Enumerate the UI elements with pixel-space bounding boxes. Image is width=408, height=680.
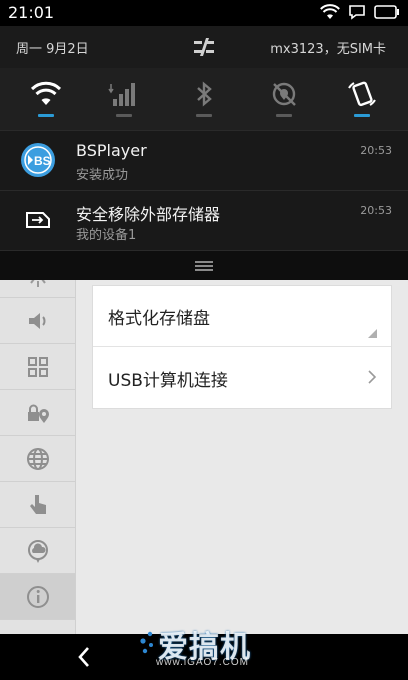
- info-icon: [26, 585, 49, 608]
- mobile-data-indicator: [116, 114, 132, 117]
- notification-item[interactable]: 安全移除外部存储器 我的设备1 20:53: [0, 190, 408, 250]
- notification-time: 20:53: [360, 204, 392, 217]
- chat-icon: [349, 5, 365, 20]
- rotate-icon: [348, 81, 376, 107]
- sidebar-item-sound[interactable]: [0, 298, 75, 344]
- drag-handle-icon: [195, 260, 213, 271]
- watermark-dots-icon: [140, 631, 153, 654]
- notification-time: 20:53: [360, 144, 392, 157]
- lock-location-icon: [27, 404, 49, 423]
- shade-header: 周一 9月2日 mx3123，无SIM卡: [0, 26, 408, 68]
- bsplayer-icon: BS: [21, 143, 55, 177]
- settings-toggle-icon[interactable]: [192, 37, 216, 57]
- battery-icon: [374, 5, 399, 19]
- shade-drag-handle[interactable]: [0, 250, 408, 280]
- signal-icon: [108, 83, 135, 106]
- sidebar-item-gestures[interactable]: [0, 482, 75, 528]
- status-bar: 21:01: [0, 0, 408, 26]
- wifi-indicator: [38, 114, 54, 117]
- sidebar-item-cloud[interactable]: [0, 528, 75, 574]
- watermark-url: www.iGAO7.COM: [156, 657, 250, 668]
- sound-icon: [28, 312, 45, 329]
- chevron-right-icon: [368, 370, 377, 384]
- bluetooth-icon: [197, 81, 212, 107]
- globe-icon: [26, 447, 49, 470]
- notification-subtitle: 我的设备1: [76, 228, 137, 243]
- settings-sidebar: [0, 250, 76, 634]
- bluetooth-indicator: [196, 114, 212, 117]
- dropdown-corner-icon: [368, 329, 377, 338]
- qs-bluetooth[interactable]: [174, 68, 234, 130]
- sidebar-item-apps[interactable]: [0, 344, 75, 390]
- sidebar-item-language[interactable]: [0, 436, 75, 482]
- notification-shade: 21:01 周一 9月2日 mx3123，无SIM卡 BS BSPlayer 安…: [0, 0, 408, 280]
- cloud-icon: [27, 539, 48, 563]
- notification-item[interactable]: BS BSPlayer 安装成功 20:53: [0, 130, 408, 190]
- wifi-icon: [320, 4, 340, 19]
- format-storage-label: 格式化存储盘: [108, 308, 210, 329]
- sidebar-item-about[interactable]: [0, 574, 75, 620]
- usb-storage-icon: [26, 212, 50, 228]
- notification-title: BSPlayer: [76, 141, 147, 160]
- auto-rotate-indicator: [354, 114, 370, 117]
- location-icon: [272, 82, 296, 106]
- usb-connection-label: USB计算机连接: [108, 371, 228, 391]
- sidebar-item-security[interactable]: [0, 390, 75, 436]
- apps-icon: [27, 356, 48, 377]
- settings-main: 格式化存储盘 USB计算机连接: [76, 250, 408, 634]
- qs-wifi[interactable]: [16, 68, 76, 130]
- carrier-text: mx3123，无SIM卡: [270, 42, 386, 57]
- qs-mobile-data[interactable]: [94, 68, 154, 130]
- date-text: 周一 9月2日: [16, 42, 89, 57]
- usb-connection-row[interactable]: USB计算机连接: [93, 348, 391, 409]
- wifi-icon: [30, 81, 62, 105]
- format-storage-row[interactable]: 格式化存储盘: [93, 286, 391, 347]
- back-icon[interactable]: [74, 644, 94, 670]
- gesture-icon: [29, 494, 46, 514]
- storage-card: 格式化存储盘 USB计算机连接: [92, 285, 392, 409]
- location-indicator: [276, 114, 292, 117]
- quick-settings-row: [0, 68, 408, 130]
- qs-auto-rotate[interactable]: [332, 68, 392, 130]
- status-time: 21:01: [8, 3, 55, 22]
- svg-text:BS: BS: [34, 154, 51, 168]
- qs-location[interactable]: [254, 68, 314, 130]
- notification-subtitle: 安装成功: [76, 168, 129, 183]
- notification-title: 安全移除外部存储器: [76, 205, 221, 224]
